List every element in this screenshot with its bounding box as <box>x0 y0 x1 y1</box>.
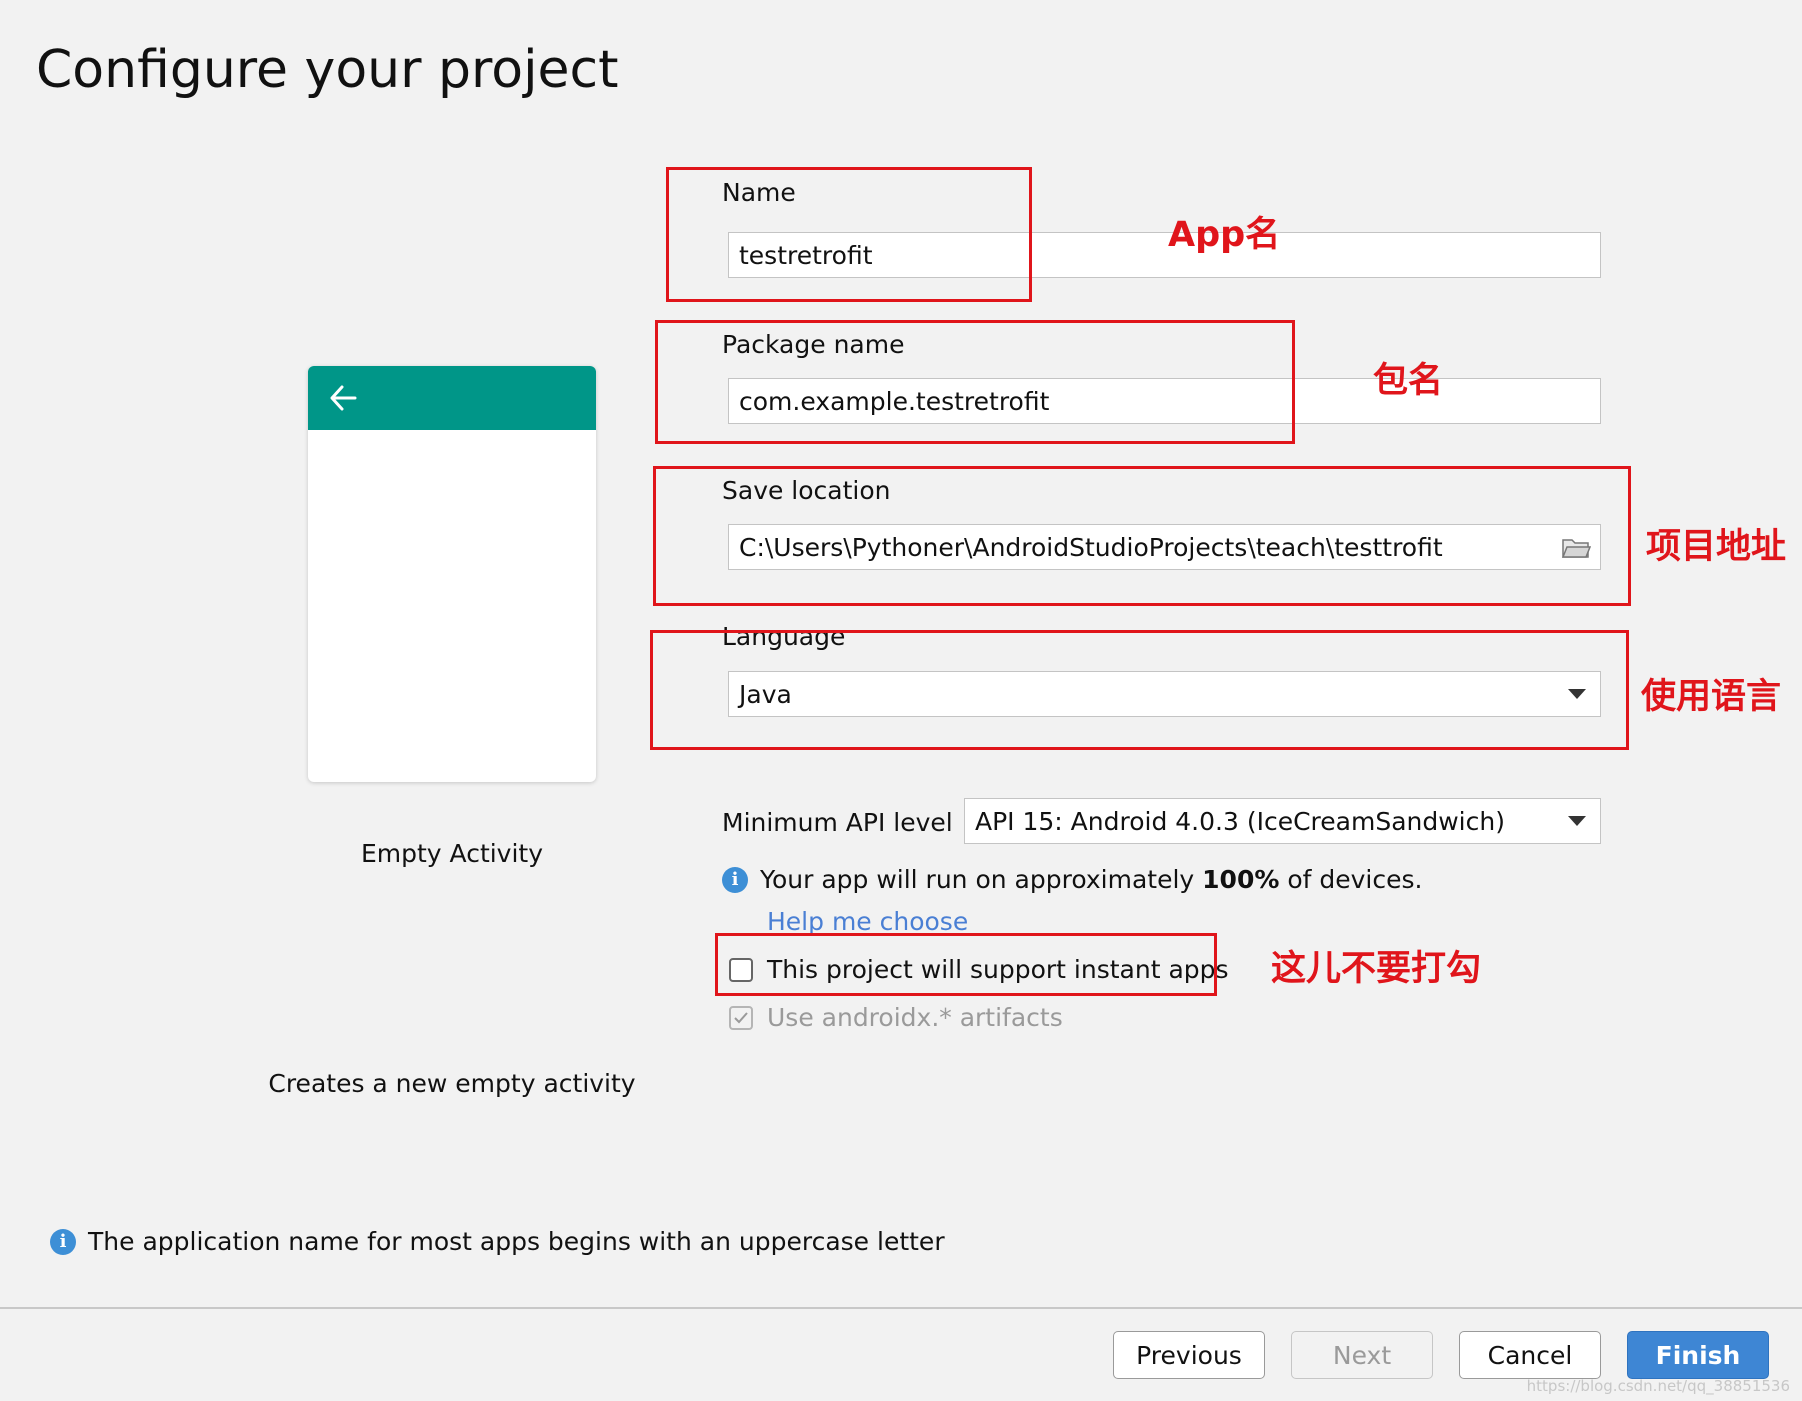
annotation-language: 使用语言 <box>1641 677 1782 717</box>
checkmark-icon <box>734 1011 748 1023</box>
androidx-option: Use androidx.* artifacts <box>729 1003 1063 1032</box>
chevron-down-icon <box>1568 816 1586 826</box>
instant-apps-checkbox[interactable] <box>729 957 753 982</box>
help-me-choose-link[interactable]: Help me choose <box>767 907 968 936</box>
language-select[interactable]: Java <box>728 671 1601 717</box>
footer-info-text: The application name for most apps begin… <box>88 1227 945 1256</box>
devices-percent: 100% <box>1202 865 1280 894</box>
activity-description: Creates a new empty activity <box>268 1069 636 1098</box>
page-title: Configure your project <box>36 40 619 100</box>
info-icon: i <box>722 866 748 893</box>
info-icon: i <box>50 1228 76 1255</box>
save-location-label: Save location <box>722 476 891 505</box>
cancel-button[interactable]: Cancel <box>1459 1331 1601 1379</box>
package-name-input[interactable] <box>728 378 1601 424</box>
package-name-label: Package name <box>722 330 905 359</box>
save-location-wrapper <box>728 524 1601 570</box>
activity-preview <box>308 366 596 782</box>
footer-info: i The application name for most apps beg… <box>50 1227 945 1256</box>
min-api-select[interactable]: API 15: Android 4.0.3 (IceCreamSandwich) <box>964 798 1601 844</box>
androidx-checkbox <box>729 1005 753 1030</box>
devices-info: i Your app will run on approximately 100… <box>722 865 1422 894</box>
footer-divider <box>0 1307 1802 1309</box>
androidx-label: Use androidx.* artifacts <box>767 1003 1063 1032</box>
save-location-input[interactable] <box>728 524 1601 570</box>
annotation-package: 包名 <box>1373 361 1444 401</box>
chevron-down-icon <box>1568 689 1586 699</box>
instant-apps-label: This project will support instant apps <box>767 955 1229 984</box>
language-label: Language <box>722 622 846 651</box>
annotation-name: App名 <box>1168 215 1281 255</box>
folder-icon[interactable] <box>1561 536 1592 564</box>
arrow-back-icon <box>330 385 357 411</box>
min-api-label: Minimum API level <box>722 808 953 837</box>
watermark: https://blog.csdn.net/qq_38851536 <box>1526 1377 1790 1395</box>
finish-button[interactable]: Finish <box>1627 1331 1769 1379</box>
previous-button[interactable]: Previous <box>1113 1331 1265 1379</box>
name-input[interactable] <box>728 232 1601 278</box>
activity-name: Empty Activity <box>360 839 544 868</box>
preview-app-bar <box>308 366 596 430</box>
devices-info-text: Your app will run on approximately 100% … <box>760 865 1423 894</box>
annotation-location: 项目地址 <box>1646 527 1787 567</box>
next-button[interactable]: Next <box>1291 1331 1433 1379</box>
instant-apps-option[interactable]: This project will support instant apps <box>729 955 1229 984</box>
language-value: Java <box>739 679 792 709</box>
min-api-value: API 15: Android 4.0.3 (IceCreamSandwich) <box>975 806 1505 836</box>
annotation-instant: 这儿不要打勾 <box>1271 949 1482 989</box>
name-label: Name <box>722 178 796 207</box>
